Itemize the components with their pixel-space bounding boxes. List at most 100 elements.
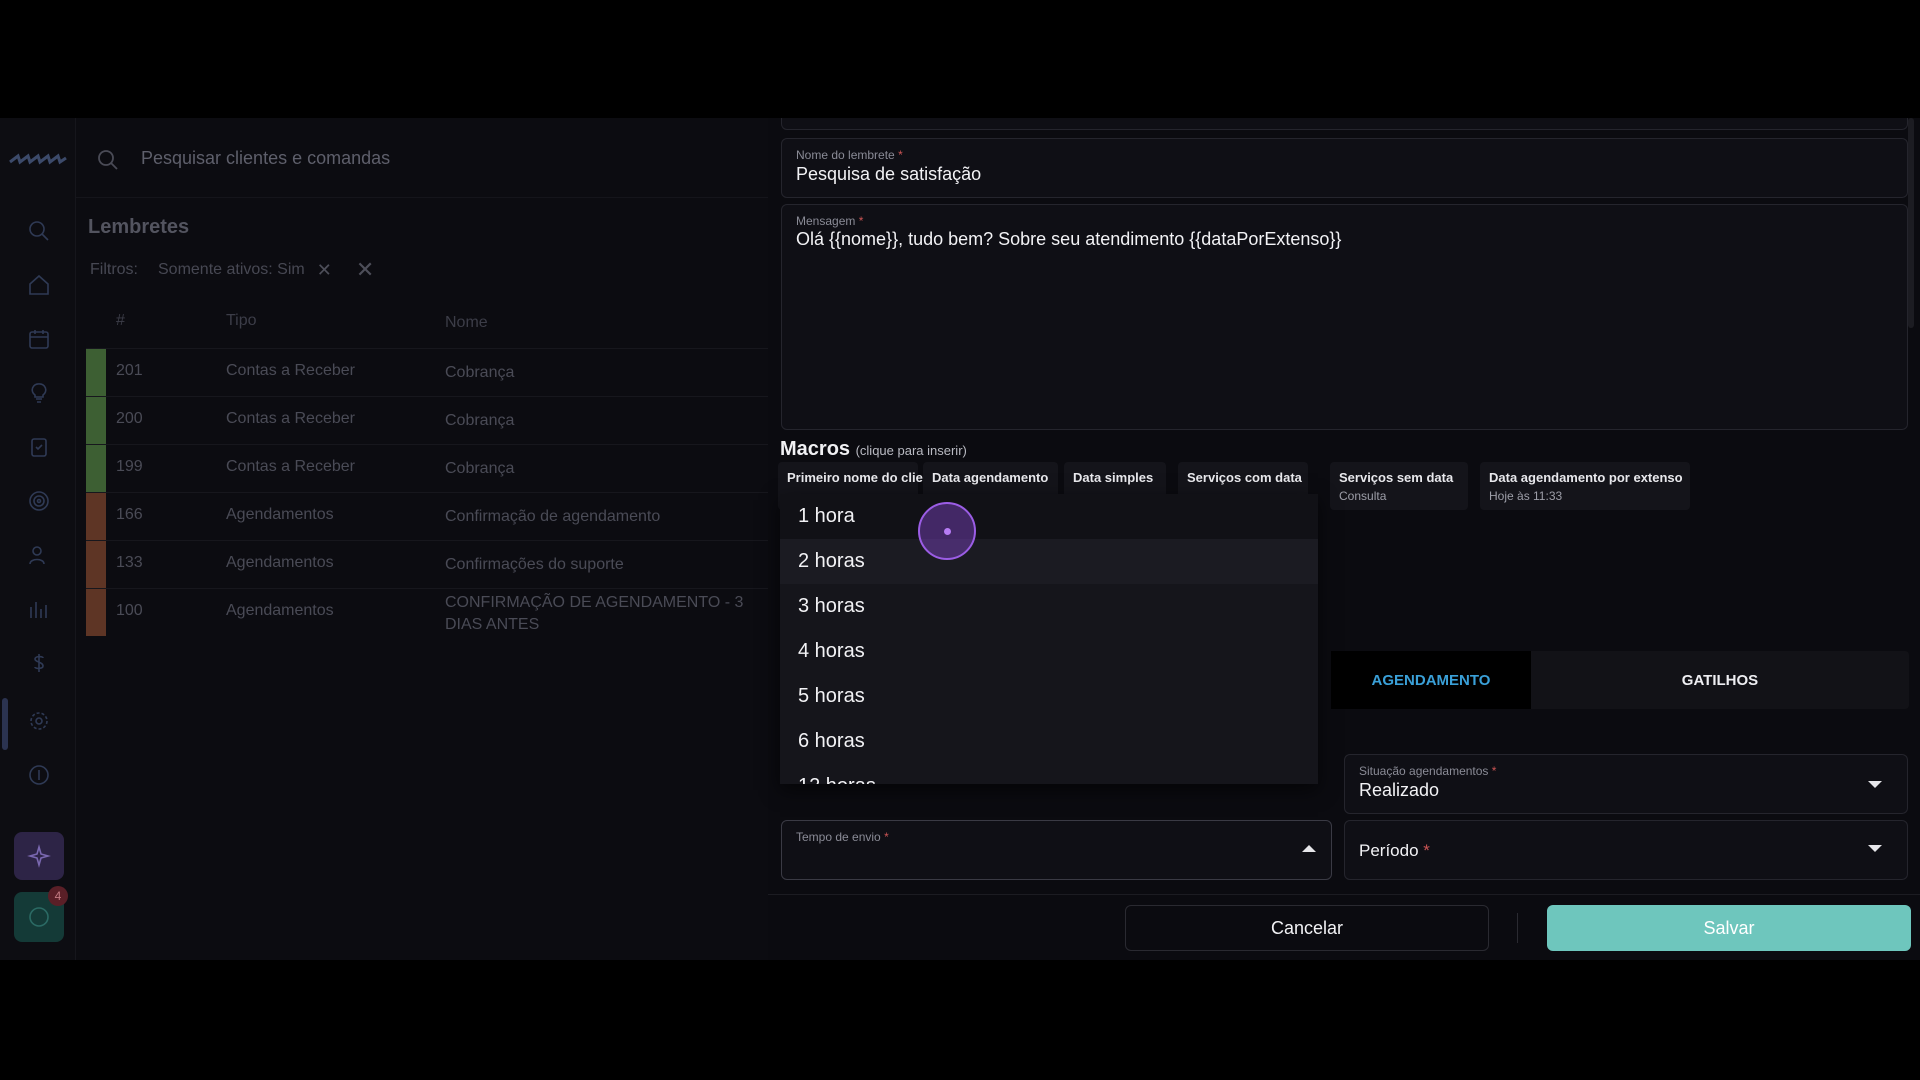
cursor-indicator — [918, 502, 976, 560]
chat-icon — [29, 907, 49, 927]
table-row[interactable]: 201 Contas a Receber Cobrança — [86, 348, 768, 396]
mensagem-field[interactable]: Mensagem * Olá {{nome}}, tudo bem? Sobre… — [781, 204, 1908, 430]
cell-nome: Cobrança — [445, 460, 515, 477]
coin-icon[interactable] — [24, 760, 54, 790]
home-icon[interactable] — [24, 270, 54, 300]
chart-icon[interactable] — [24, 594, 54, 624]
table-header: # Tipo Nome — [86, 298, 768, 348]
table-row[interactable]: 200 Contas a Receber Cobrança — [86, 396, 768, 444]
cell-tipo: Agendamentos — [226, 554, 334, 571]
tempo-envio-select[interactable]: Tempo de envio * — [781, 820, 1332, 880]
previous-field — [781, 118, 1908, 130]
macro-title: Data simples — [1073, 470, 1154, 485]
filters-label: Filtros: — [90, 261, 138, 278]
tab-gatilhos[interactable]: GATILHOS — [1531, 651, 1909, 709]
active-nav-indicator — [2, 698, 8, 750]
filter-chip[interactable]: Somente ativos: Sim — [158, 261, 305, 279]
macro-example: Consulta — [1339, 489, 1387, 503]
dropdown-option[interactable]: 5 horas — [780, 674, 1318, 719]
user-icon[interactable] — [24, 540, 54, 570]
cell-tipo: Agendamentos — [226, 506, 334, 523]
nome-field[interactable]: Nome do lembrete * Pesquisa de satisfaçã… — [781, 138, 1908, 198]
form-footer: Cancelar Salvar — [768, 894, 1920, 960]
cell-id: 133 — [116, 554, 143, 571]
status-stripe — [86, 589, 106, 636]
cell-id: 100 — [116, 602, 143, 619]
macro-title: Data agendamento — [932, 470, 1049, 485]
reminders-table: # Tipo Nome 201 Contas a Receber Cobrança 2… — [86, 298, 768, 636]
logo-icon — [9, 153, 67, 165]
remove-filter-icon[interactable]: ✕ — [317, 260, 332, 281]
target-icon[interactable] — [24, 486, 54, 516]
cell-id: 166 — [116, 506, 143, 523]
mensagem-label: Mensagem — [796, 214, 856, 228]
table-row[interactable]: 166 Agendamentos Confirmação de agendament… — [86, 492, 768, 540]
cell-nome: Cobrança — [445, 412, 515, 429]
macro-chip[interactable]: Serviços sem data Consulta — [1330, 462, 1468, 510]
cell-id: 199 — [116, 458, 143, 475]
scrollbar[interactable] — [1908, 118, 1914, 328]
clear-filters-icon[interactable]: ✕ — [356, 257, 374, 283]
page-title: Lembretes — [88, 216, 190, 238]
status-stripe — [86, 541, 106, 588]
clipboard-icon[interactable] — [24, 432, 54, 462]
tab-agendamento[interactable]: AGENDAMENTO — [1331, 651, 1531, 709]
macro-title: Data agendamento por extenso — [1489, 470, 1683, 485]
cell-tipo: Agendamentos — [226, 602, 334, 619]
lightbulb-icon[interactable] — [24, 378, 54, 408]
column-header-nome[interactable]: Nome — [445, 312, 765, 334]
cancel-button[interactable]: Cancelar — [1125, 905, 1489, 951]
sidebar: 4 — [0, 118, 76, 960]
tabs-bar: AGENDAMENTO GATILHOS — [1331, 651, 1909, 709]
search-icon — [98, 150, 118, 170]
reminder-form-panel: Nome do lembrete * Pesquisa de satisfaçã… — [768, 118, 1920, 960]
dollar-icon[interactable] — [24, 648, 54, 678]
cell-nome: Confirmações do suporte — [445, 556, 624, 573]
column-header-id[interactable]: # — [116, 312, 125, 330]
dropdown-option[interactable]: 3 horas — [780, 584, 1318, 629]
status-stripe — [86, 349, 106, 396]
macro-title: Serviços sem data — [1339, 470, 1454, 485]
cell-tipo: Contas a Receber — [226, 362, 355, 379]
dropdown-option[interactable]: 4 horas — [780, 629, 1318, 674]
macro-title: Primeiro nome do cliente — [787, 470, 943, 485]
dropdown-option[interactable]: 12 horas — [780, 764, 1318, 784]
cell-id: 200 — [116, 410, 143, 427]
chevron-down-icon — [1868, 845, 1882, 852]
cell-tipo: Contas a Receber — [226, 458, 355, 475]
column-header-tipo[interactable]: Tipo — [226, 312, 257, 330]
app-window: 4 Lembretes Filtros: Somente ativos: Sim… — [0, 118, 1920, 960]
tempo-label: Tempo de envio — [796, 830, 881, 844]
table-row[interactable]: 199 Contas a Receber Cobrança — [86, 444, 768, 492]
macro-chip[interactable]: Data agendamento por extenso Hoje às 11:3… — [1480, 462, 1690, 510]
top-search-bar — [76, 118, 768, 198]
dropdown-option[interactable]: 6 horas — [780, 719, 1318, 764]
search-icon[interactable] — [24, 216, 54, 246]
macros-title: Macros (clique para inserir) — [780, 438, 967, 460]
macro-title: Serviços com data — [1187, 470, 1302, 485]
dropdown-option[interactable]: 1 hora — [780, 494, 1318, 539]
periodo-label: Período — [1359, 841, 1419, 860]
notification-badge: 4 — [48, 886, 68, 906]
filters-bar: Filtros: Somente ativos: Sim ✕ ✕ — [90, 257, 374, 283]
gear-icon[interactable] — [24, 706, 54, 736]
cell-id: 201 — [116, 362, 143, 379]
chevron-up-icon — [1302, 845, 1316, 852]
ai-sparkle-button[interactable] — [14, 832, 64, 880]
periodo-select[interactable]: Período * — [1344, 820, 1908, 880]
dropdown-option[interactable]: 2 horas — [780, 539, 1318, 584]
table-row[interactable]: 133 Agendamentos Confirmações do suporte — [86, 540, 768, 588]
save-button[interactable]: Salvar — [1547, 905, 1911, 951]
calendar-icon[interactable] — [24, 324, 54, 354]
search-input[interactable] — [141, 140, 741, 176]
status-stripe — [86, 445, 106, 492]
chevron-down-icon — [1868, 781, 1882, 788]
situacao-label: Situação agendamentos — [1359, 764, 1489, 778]
sparkle-icon — [27, 844, 51, 868]
macro-example: Hoje às 11:33 — [1489, 489, 1563, 503]
table-row[interactable]: 100 Agendamentos CONFIRMAÇÃO DE AGENDAMENT… — [86, 588, 768, 636]
situacao-select[interactable]: Situação agendamentos * Realizado — [1344, 754, 1908, 814]
cell-nome: Cobrança — [445, 364, 515, 381]
status-stripe — [86, 397, 106, 444]
footer-divider — [1517, 913, 1518, 943]
